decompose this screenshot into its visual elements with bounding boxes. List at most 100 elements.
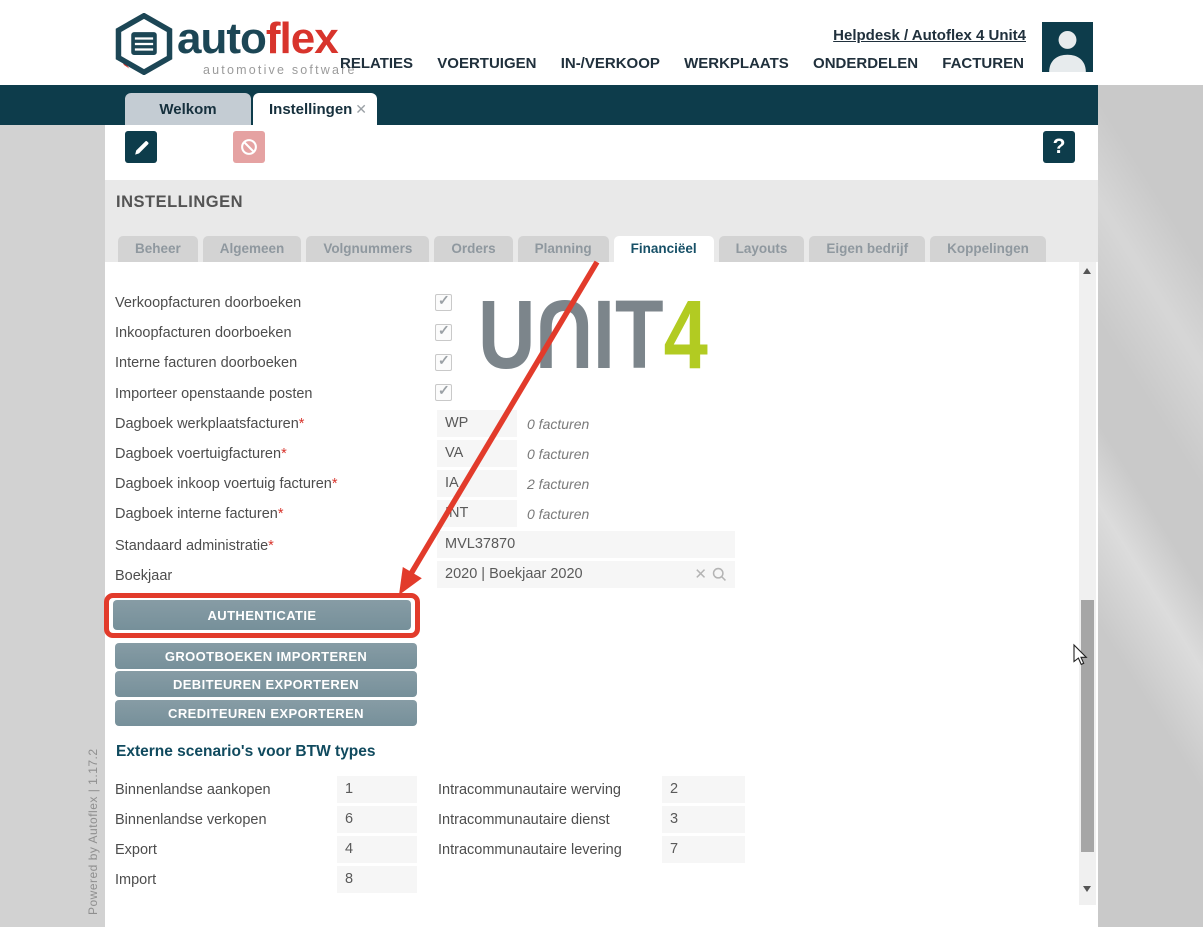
person-icon [1042, 22, 1093, 72]
main-nav: RELATIES VOERTUIGEN IN-/VERKOOP WERKPLAA… [340, 55, 1024, 72]
input-dagboek-inkoop-voertuig[interactable]: IA [437, 470, 517, 497]
logo-tagline: automotive software [203, 63, 357, 77]
input-dagboek-werkplaats[interactable]: WP [437, 410, 517, 437]
field-label: Intracommunautaire werving [438, 782, 621, 798]
tab-algemeen[interactable]: Algemeen [203, 236, 302, 262]
field-label: Standaard administratie* [115, 538, 274, 554]
nav-item-inverkoop[interactable]: IN-/VERKOOP [561, 55, 660, 72]
tab-koppelingen[interactable]: Koppelingen [930, 236, 1046, 262]
field-label: Dagboek werkplaatsfacturen* [115, 416, 304, 432]
input-binnenlandse-verkopen[interactable]: 6 [337, 806, 417, 833]
helpdesk-user-link[interactable]: Helpdesk / Autoflex 4 Unit4 [833, 27, 1026, 44]
tab-eigen-bedrijf[interactable]: Eigen bedrijf [809, 236, 925, 262]
right-background [1098, 85, 1203, 927]
app-header: autoflex automotive software RELATIES VO… [0, 0, 1203, 85]
user-avatar[interactable] [1042, 22, 1093, 72]
field-label: Binnenlandse verkopen [115, 812, 267, 828]
settings-header-band: INSTELLINGEN Beheer Algemeen Volgnummers… [105, 180, 1098, 262]
field-label: Dagboek voertuigfacturen* [115, 446, 287, 462]
checkbox-inkoopfacturen[interactable] [435, 324, 452, 341]
clear-icon[interactable]: ✕ [694, 561, 707, 588]
scroll-down-button[interactable] [1083, 886, 1091, 892]
input-boekjaar[interactable]: 2020 | Boekjaar 2020 ✕ [437, 561, 735, 588]
facturen-count: 0 facturen [527, 446, 589, 462]
app-window: autoflex automotive software RELATIES VO… [0, 0, 1203, 927]
logo-word-flex: flex [266, 14, 338, 63]
input-dagboek-voertuig[interactable]: VA [437, 440, 517, 467]
logo-wordmark: autoflex [177, 14, 338, 64]
pencil-icon [132, 138, 151, 157]
nav-item-voertuigen[interactable]: VOERTUIGEN [437, 55, 536, 72]
input-binnenlandse-aankopen[interactable]: 1 [337, 776, 417, 803]
scroll-up-button[interactable] [1083, 268, 1091, 274]
tab-close-icon[interactable]: ✕ [355, 101, 367, 118]
logo-word-auto: auto [177, 14, 266, 63]
tab-instellingen-label: Instellingen [269, 101, 352, 118]
scrollbar-track[interactable] [1079, 262, 1096, 905]
input-standaard-administratie[interactable]: MVL37870 [437, 531, 735, 558]
debiteuren-exporteren-button[interactable]: DEBITEUREN EXPORTEREN [115, 671, 417, 697]
input-intracommunautaire-levering[interactable]: 7 [662, 836, 745, 863]
lookup-icon[interactable] [711, 566, 728, 583]
field-label: Interne facturen doorboeken [115, 355, 297, 371]
tab-planning[interactable]: Planning [518, 236, 609, 262]
field-label: Intracommunautaire dienst [438, 812, 610, 828]
nav-item-relaties[interactable]: RELATIES [340, 55, 413, 72]
tab-layouts[interactable]: Layouts [719, 236, 805, 262]
document-tab-bar: Welkom Instellingen ✕ [0, 85, 1098, 125]
input-intracommunautaire-werving[interactable]: 2 [662, 776, 745, 803]
autoflex-logo-icon [112, 13, 176, 75]
required-asterisk: * [299, 416, 305, 432]
field-label: Dagboek inkoop voertuig facturen* [115, 476, 338, 492]
required-asterisk: * [268, 538, 274, 554]
tab-welkom[interactable]: Welkom [125, 93, 251, 125]
unit4-letters: IT [593, 280, 664, 389]
tab-orders[interactable]: Orders [434, 236, 512, 262]
checkbox-openstaande-posten[interactable] [435, 384, 452, 401]
grootboeken-importeren-button[interactable]: GROOTBOEKEN IMPORTEREN [115, 643, 417, 669]
nav-item-onderdelen[interactable]: ONDERDELEN [813, 55, 918, 72]
field-label: Inkoopfacturen doorboeken [115, 325, 292, 341]
required-asterisk: * [278, 506, 284, 522]
toolbar: ? [105, 125, 1098, 180]
settings-tab-strip: Beheer Algemeen Volgnummers Orders Plann… [118, 236, 1046, 262]
checkbox-interne-facturen[interactable] [435, 354, 452, 371]
btw-section-heading: Externe scenario's voor BTW types [116, 743, 376, 761]
annotation-highlight-box [104, 593, 420, 638]
field-label: Boekjaar [115, 568, 172, 584]
nav-item-facturen[interactable]: FACTUREN [942, 55, 1024, 72]
block-button[interactable] [233, 131, 265, 163]
field-label: Verkoopfacturen doorboeken [115, 295, 301, 311]
input-export[interactable]: 4 [337, 836, 417, 863]
facturen-count: 0 facturen [527, 506, 589, 522]
required-asterisk: * [332, 476, 338, 492]
tab-volgnummers[interactable]: Volgnummers [306, 236, 429, 262]
field-label: Importeer openstaande posten [115, 386, 313, 402]
unit4-logo: UUIT4 [478, 286, 708, 383]
field-label: Export [115, 842, 157, 858]
edit-button[interactable] [125, 131, 157, 163]
help-button[interactable]: ? [1043, 131, 1075, 163]
powered-by-version-text: Powered by Autoflex | 1.17.2 [86, 710, 100, 915]
scrollbar-thumb[interactable] [1081, 600, 1094, 852]
input-intracommunautaire-dienst[interactable]: 3 [662, 806, 745, 833]
tab-financieel[interactable]: Financiëel [614, 236, 714, 262]
facturen-count: 0 facturen [527, 416, 589, 432]
unit4-letter-n: U [535, 286, 592, 383]
input-import[interactable]: 8 [337, 866, 417, 893]
facturen-count: 2 facturen [527, 476, 589, 492]
field-label: Binnenlandse aankopen [115, 782, 271, 798]
prohibition-icon [238, 136, 260, 158]
tab-beheer[interactable]: Beheer [118, 236, 198, 262]
input-dagboek-interne[interactable]: INT [437, 500, 517, 527]
nav-item-werkplaats[interactable]: WERKPLAATS [684, 55, 789, 72]
settings-content: UUIT4 Verkoopfacturen doorboeken Inkoopf… [105, 262, 1098, 927]
required-asterisk: * [281, 446, 287, 462]
page-title: INSTELLINGEN [116, 193, 243, 212]
unit4-letter: U [478, 280, 535, 389]
field-label: Import [115, 872, 156, 888]
tab-instellingen[interactable]: Instellingen ✕ [253, 93, 377, 125]
field-label: Dagboek interne facturen* [115, 506, 283, 522]
crediteuren-exporteren-button[interactable]: CREDITEUREN EXPORTEREN [115, 700, 417, 726]
checkbox-verkoopfacturen[interactable] [435, 294, 452, 311]
